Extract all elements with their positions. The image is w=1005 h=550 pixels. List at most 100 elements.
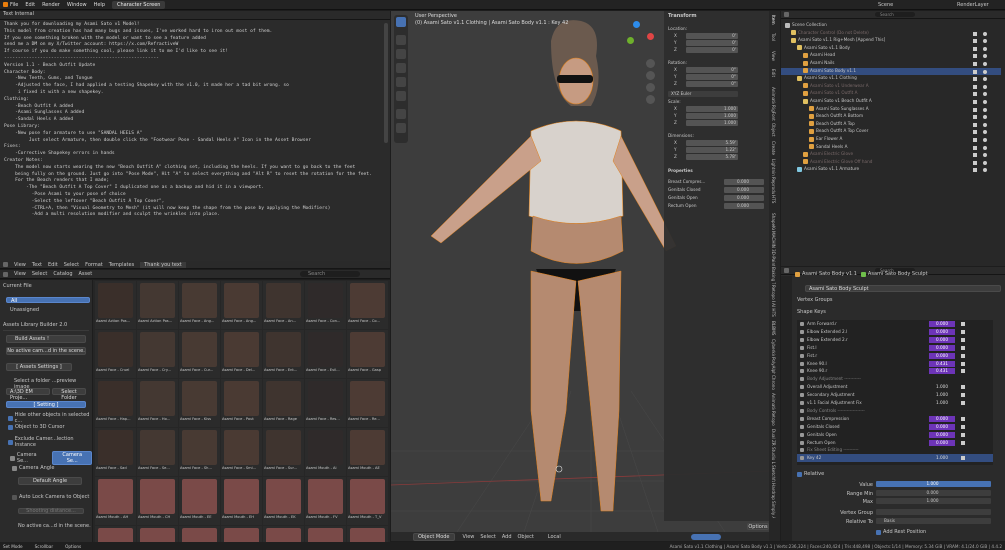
zoom-icon[interactable] bbox=[646, 59, 655, 68]
exclude-checkbox-icon[interactable] bbox=[973, 77, 977, 82]
shape-key-row[interactable]: Arm Forward.r 0.000 bbox=[797, 320, 993, 328]
menu-file[interactable]: File bbox=[10, 2, 18, 8]
outliner-item[interactable]: Asami Sato v1.1 Rig+Mesh [Append This] bbox=[781, 37, 1001, 45]
asset-thumbnail[interactable]: Asami Face - Ang... bbox=[221, 281, 262, 329]
annotate-tool-icon[interactable] bbox=[396, 109, 406, 119]
axis-value-field[interactable]: 0' bbox=[686, 33, 738, 39]
shape-key-value[interactable]: 0.000 bbox=[929, 439, 955, 446]
visibility-toggle-icon[interactable] bbox=[983, 160, 987, 165]
asset-thumbnail[interactable] bbox=[347, 526, 388, 542]
asset-thumbnail[interactable]: Asami Face - Cry... bbox=[137, 330, 178, 378]
n-panel-tab[interactable]: Cyberkinetics bbox=[771, 339, 776, 356]
asset-thumbnail[interactable]: Asami Face - Se... bbox=[137, 428, 178, 476]
prop-value-field[interactable]: 0.000 bbox=[724, 179, 764, 185]
n-panel-tab[interactable]: Chrono bbox=[771, 375, 776, 392]
asset-thumbnail[interactable]: Asami Mouth - EK bbox=[263, 477, 304, 525]
asset-thumbnail[interactable]: Asami Face - Cur... bbox=[179, 330, 220, 378]
menu-help[interactable]: Help bbox=[94, 2, 105, 8]
range-min-field[interactable]: 0.000 bbox=[876, 490, 991, 496]
asset-thumbnail[interactable]: Asami Face - Ang... bbox=[179, 281, 220, 329]
outliner-item[interactable]: Asami Sato Sunglasses A bbox=[781, 106, 1001, 114]
exclude-checkbox-icon[interactable] bbox=[973, 145, 977, 150]
mode-selector[interactable]: Object Mode bbox=[413, 532, 455, 541]
shape-key-value[interactable]: 0.000 bbox=[929, 415, 955, 422]
options-button[interactable]: Options bbox=[747, 523, 769, 530]
checkbox-icon[interactable] bbox=[8, 439, 13, 445]
asset-thumbnail[interactable] bbox=[95, 526, 136, 542]
outliner-item[interactable]: Asami Electric Glove bbox=[781, 151, 1001, 159]
opt-exclude-camera[interactable]: Exclude Camer...lection Instance bbox=[8, 436, 92, 448]
asset-menu-asset[interactable]: Asset bbox=[79, 271, 93, 277]
camera-set-button[interactable]: Camera Se... bbox=[52, 451, 92, 465]
visibility-toggle-icon[interactable] bbox=[983, 122, 987, 127]
outliner-item[interactable]: Asami Sato v1 Underwear A bbox=[781, 83, 1001, 91]
shape-key-row[interactable]: Knee 90.l 0.431 bbox=[797, 360, 993, 368]
vertex-groups-header[interactable]: Vertex Groups bbox=[797, 297, 833, 303]
axis-value-field[interactable]: 0° bbox=[686, 74, 738, 80]
outliner-item[interactable]: Asami Sato Body v1.1 bbox=[781, 67, 1001, 76]
asset-thumbnail[interactable]: Asami Action Pos... bbox=[137, 281, 178, 329]
n-panel-tab[interactable]: Edit bbox=[771, 69, 776, 86]
shape-key-mute-checkbox-icon[interactable] bbox=[961, 353, 965, 358]
visibility-toggle-icon[interactable] bbox=[983, 69, 987, 74]
shape-key-row[interactable]: Elbow Extended 2.r 0.000 bbox=[797, 336, 993, 344]
scale-tool-icon[interactable] bbox=[396, 77, 406, 87]
asset-thumbnail[interactable]: Asami Face - Gasp bbox=[347, 330, 388, 378]
outliner-item[interactable]: Asami Head bbox=[781, 52, 1001, 60]
editor-type-icon[interactable] bbox=[3, 271, 8, 277]
character-model[interactable] bbox=[430, 20, 677, 512]
n-panel-tab[interactable]: ShapeKey bbox=[771, 213, 776, 230]
text-menu-text[interactable]: Text bbox=[32, 262, 42, 268]
outliner-item[interactable]: Asami Nails bbox=[781, 60, 1001, 68]
shape-key-mute-checkbox-icon[interactable] bbox=[961, 416, 965, 421]
shape-key-value[interactable]: 0.000 bbox=[929, 431, 955, 438]
n-panel-tab[interactable]: Animation bbox=[771, 87, 776, 104]
shape-key-mute-checkbox-icon[interactable] bbox=[961, 369, 965, 374]
shape-key-mute-checkbox-icon[interactable] bbox=[961, 385, 965, 390]
shape-key-mute-checkbox-icon[interactable] bbox=[961, 432, 965, 437]
axis-value-field[interactable]: 1.000 bbox=[686, 113, 738, 119]
gizmo-y-icon[interactable] bbox=[627, 37, 634, 44]
n-panel-tab[interactable]: Retopo bbox=[771, 411, 776, 428]
visibility-toggle-icon[interactable] bbox=[983, 62, 987, 66]
checkbox-icon[interactable] bbox=[12, 494, 17, 500]
menu-edit[interactable]: Edit bbox=[25, 2, 35, 8]
n-panel-tab[interactable]: MACHIN3 bbox=[771, 231, 776, 248]
visibility-toggle-icon[interactable] bbox=[983, 107, 987, 112]
relative-checkbox-row[interactable]: Relative bbox=[797, 471, 824, 477]
asset-thumbnail[interactable]: Asami Face - Kiss bbox=[179, 379, 220, 427]
shape-key-mute-checkbox-icon[interactable] bbox=[961, 337, 965, 342]
visibility-toggle-icon[interactable] bbox=[983, 145, 987, 150]
asset-thumbnail[interactable]: Asami Action Pos... bbox=[95, 281, 136, 329]
shape-key-value[interactable]: 1.000 bbox=[929, 455, 955, 461]
shape-key-row[interactable]: Body Adjustment ----------- bbox=[797, 375, 993, 383]
axis-value-field[interactable]: 0' bbox=[686, 47, 738, 53]
outliner-search-input[interactable]: Search bbox=[875, 12, 915, 17]
asset-thumbnail[interactable]: Asami Face - Pout bbox=[221, 379, 262, 427]
n-panel-tab[interactable]: Lightning Boost bbox=[771, 159, 776, 176]
asset-thumbnail[interactable]: Asami Mouth - EH bbox=[221, 477, 262, 525]
n-panel-tab[interactable]: Object bbox=[771, 123, 776, 140]
asset-thumbnail[interactable]: Asami Face - Hap... bbox=[95, 379, 136, 427]
asset-thumbnail[interactable]: Asami Face - Rage bbox=[263, 379, 304, 427]
editor-type-icon[interactable] bbox=[3, 262, 8, 267]
shape-key-value[interactable]: 1.000 bbox=[929, 392, 955, 398]
shape-key-mute-checkbox-icon[interactable] bbox=[961, 393, 965, 398]
editor-type-icon[interactable] bbox=[784, 268, 789, 273]
shape-key-mute-checkbox-icon[interactable] bbox=[961, 401, 965, 405]
value-field[interactable]: 1.000 bbox=[876, 481, 991, 487]
shape-key-mute-checkbox-icon[interactable] bbox=[961, 329, 965, 334]
outliner-item[interactable]: Asami Sato v1.1 Clothing bbox=[781, 75, 1001, 83]
setting-button[interactable]: [ Setting ] bbox=[6, 401, 86, 408]
n-panel-tab[interactable]: Animation Tools bbox=[771, 393, 776, 410]
shape-key-mute-checkbox-icon[interactable] bbox=[961, 361, 965, 366]
asset-thumbnail[interactable]: Asami Mouth - FV bbox=[305, 477, 346, 525]
text-menu-templates[interactable]: Templates bbox=[109, 262, 134, 268]
asset-thumbnail[interactable]: Asami Mouth - CH bbox=[137, 477, 178, 525]
viewport-menu-select[interactable]: Select bbox=[480, 534, 495, 540]
outliner-item[interactable]: Asami Sato v1 Outfit A bbox=[781, 90, 1001, 98]
gizmo-z-icon[interactable] bbox=[633, 21, 640, 28]
opt-hide-objects[interactable]: Hide other objects in selected c... bbox=[8, 412, 92, 424]
navigation-gizmo[interactable] bbox=[623, 21, 657, 55]
axis-value-field[interactable]: 5.78' bbox=[686, 154, 738, 160]
